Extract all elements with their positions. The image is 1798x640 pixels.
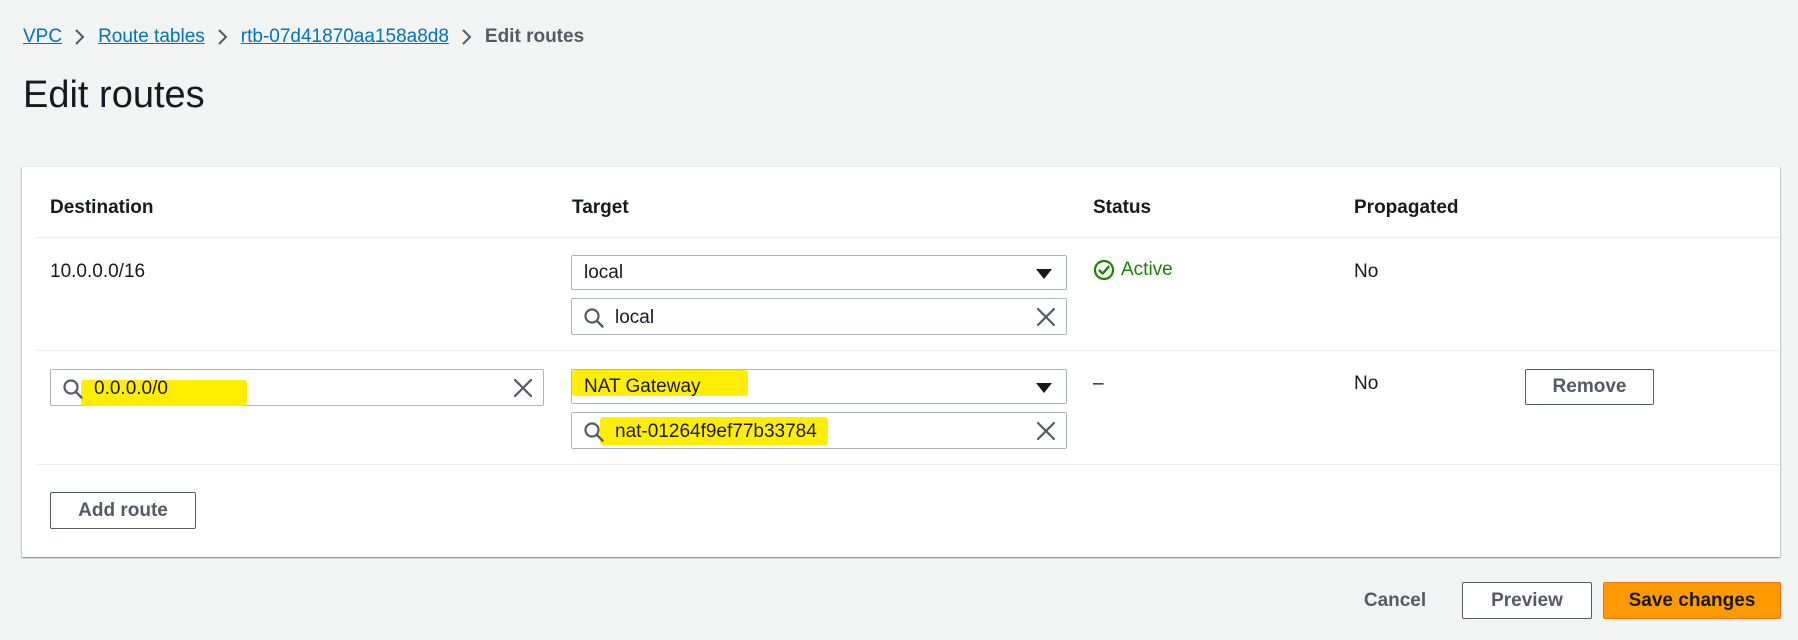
- row-2-target-search-value: nat-01264f9ef77b33784: [615, 421, 817, 442]
- breadcrumb-current: Edit routes: [484, 26, 585, 47]
- row-1-target-type-select[interactable]: local: [571, 255, 1067, 290]
- column-header-target: Target: [572, 197, 629, 218]
- column-header-status: Status: [1093, 197, 1152, 218]
- clear-icon[interactable]: [513, 378, 533, 404]
- row-1-propagated: No: [1354, 261, 1379, 282]
- breadcrumb-route-table-id-link[interactable]: rtb-07d41870aa158a8d8: [241, 26, 449, 48]
- page-title: Edit routes: [23, 74, 205, 116]
- column-header-destination: Destination: [50, 197, 154, 218]
- caret-down-icon: [1036, 269, 1052, 279]
- row-2-target-type-select[interactable]: NAT Gateway: [571, 369, 1067, 404]
- row-2-destination-input[interactable]: 0.0.0.0/0: [50, 369, 544, 406]
- row-2-target-search-input[interactable]: nat-01264f9ef77b33784: [571, 412, 1067, 449]
- row-divider: [36, 464, 1780, 465]
- row-1-status: Active: [1093, 259, 1173, 281]
- row-divider: [36, 350, 1780, 351]
- row-2-destination-value: 0.0.0.0/0: [94, 378, 168, 399]
- chevron-right-icon: [461, 28, 473, 46]
- row-2-propagated: No: [1354, 373, 1379, 394]
- row-divider: [36, 237, 1780, 238]
- row-2-status: –: [1093, 373, 1104, 394]
- search-icon: [583, 421, 605, 449]
- remove-route-button[interactable]: Remove: [1525, 369, 1654, 405]
- chevron-right-icon: [74, 28, 86, 46]
- row-1-status-label: Active: [1121, 259, 1173, 280]
- row-1-target-search-input[interactable]: local: [571, 298, 1067, 335]
- cancel-button[interactable]: Cancel: [1344, 582, 1446, 619]
- breadcrumb-vpc-link[interactable]: VPC: [23, 26, 62, 48]
- preview-button[interactable]: Preview: [1462, 582, 1592, 619]
- chevron-right-icon: [217, 28, 229, 46]
- breadcrumb-route-tables-link[interactable]: Route tables: [98, 26, 205, 48]
- clear-icon[interactable]: [1036, 421, 1056, 447]
- clear-icon[interactable]: [1036, 307, 1056, 333]
- row-1-destination: 10.0.0.0/16: [50, 261, 146, 282]
- status-success-icon: [1093, 259, 1115, 281]
- breadcrumb: VPC Route tables rtb-07d41870aa158a8d8 E…: [23, 26, 584, 48]
- add-route-button[interactable]: Add route: [50, 492, 196, 529]
- search-icon: [62, 378, 84, 406]
- search-icon: [583, 307, 605, 335]
- caret-down-icon: [1036, 383, 1052, 393]
- save-changes-button[interactable]: Save changes: [1603, 582, 1781, 619]
- routes-table-panel: Destination Target Status Propagated 10.…: [22, 166, 1780, 557]
- row-1-target-type-value: local: [584, 261, 624, 283]
- column-header-propagated: Propagated: [1354, 197, 1459, 218]
- row-1-target-search-value: local: [615, 307, 655, 328]
- row-2-target-type-value: NAT Gateway: [584, 375, 701, 397]
